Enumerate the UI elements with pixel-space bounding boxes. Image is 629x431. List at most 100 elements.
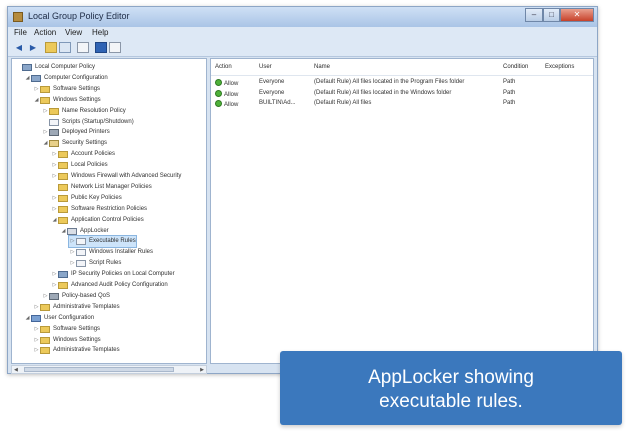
menu-file[interactable]: File	[14, 28, 27, 37]
applocker-icon	[67, 227, 77, 235]
export-icon[interactable]	[77, 42, 89, 53]
expand-toggle-icon[interactable]: ◢	[24, 73, 31, 84]
close-button[interactable]: ✕	[560, 8, 594, 22]
tree-item[interactable]: ◢ Computer Configuration	[24, 73, 108, 84]
expand-toggle-icon[interactable]: ▷	[42, 127, 49, 138]
expand-toggle-icon[interactable]: ▷	[51, 171, 58, 182]
column-header-exceptions[interactable]: Exceptions	[545, 64, 574, 70]
expand-toggle-icon[interactable]: ▷	[33, 302, 40, 313]
tree-horizontal-scrollbar[interactable]: ◀ ▶	[11, 365, 207, 374]
title-bar[interactable]: Local Group Policy Editor – □ ✕	[8, 7, 597, 27]
properties-icon[interactable]	[109, 42, 121, 53]
scroll-thumb[interactable]	[24, 367, 174, 372]
menu-view[interactable]: View	[65, 28, 82, 37]
console-tree: Local Computer Policy ◢ Computer Configura…	[11, 58, 207, 364]
tree-item[interactable]: Local Computer Policy	[15, 62, 95, 73]
back-arrow-icon[interactable]: ◀	[13, 42, 25, 53]
settings-icon	[49, 129, 59, 137]
tree-item-label: IP Security Policies on Local Computer	[71, 271, 175, 278]
expand-toggle-icon[interactable]: ▷	[42, 291, 49, 302]
folder-icon	[40, 325, 50, 333]
tree-item[interactable]: ▷ Executable Rules	[68, 235, 137, 249]
maximize-button[interactable]: □	[543, 8, 560, 22]
expand-toggle-icon[interactable]: ▷	[51, 160, 58, 171]
expand-toggle-icon[interactable]: ▷	[33, 324, 40, 335]
tree-item[interactable]: Network List Manager Policies	[51, 182, 152, 193]
tree-item[interactable]: ▷ Public Key Policies	[51, 193, 122, 204]
tree-item-label: Windows Installer Rules	[89, 249, 154, 256]
show-hide-tree-icon[interactable]	[59, 42, 71, 53]
expand-toggle-icon[interactable]: ▷	[51, 280, 58, 291]
menu-action[interactable]: Action	[34, 28, 56, 37]
tree-item-label: Windows Settings	[53, 336, 101, 343]
column-header-condition[interactable]: Condition	[503, 64, 528, 70]
expand-toggle-icon[interactable]: ▷	[51, 269, 58, 280]
tree-item[interactable]: ▷ Software Restriction Policies	[51, 204, 147, 215]
tree-item-label: Windows Settings	[53, 96, 101, 103]
rule-action-label: Allow	[224, 81, 239, 87]
tree-item[interactable]: ▷ Script Rules	[69, 258, 121, 269]
tree-item-label: Software Settings	[53, 325, 101, 332]
expand-toggle-icon[interactable]: ▷	[51, 149, 58, 160]
tree-item[interactable]: ▷ Administrative Templates	[33, 302, 120, 313]
tree-item[interactable]: ▷ Name Resolution Policy	[42, 106, 126, 117]
tree-item[interactable]: ▷ Deployed Printers	[42, 127, 110, 138]
tree-item-label: AppLocker	[80, 227, 109, 234]
tree-item[interactable]: Scripts (Startup/Shutdown)	[42, 117, 134, 128]
caption-text: AppLocker showing executable rules.	[280, 366, 622, 414]
folder-icon	[58, 282, 68, 289]
expand-toggle-icon[interactable]: ▷	[33, 335, 40, 346]
tree-item-label: Software Restriction Policies	[71, 205, 148, 212]
minimize-button[interactable]: –	[525, 8, 543, 22]
expand-toggle-icon[interactable]: ▷	[51, 204, 58, 215]
tree-item[interactable]: ◢ Windows Settings	[33, 95, 101, 106]
expand-toggle-icon[interactable]: ◢	[33, 95, 40, 106]
expand-toggle-icon[interactable]: ◢	[51, 215, 58, 226]
caption-line-1: AppLocker showing	[368, 367, 534, 388]
tree-item[interactable]: ▷ Local Policies	[51, 160, 108, 171]
tree-item[interactable]: ◢ AppLocker	[60, 226, 109, 237]
folder-icon	[58, 183, 68, 191]
expand-toggle-icon[interactable]: ◢	[60, 226, 67, 237]
expand-toggle-icon[interactable]: ▷	[51, 193, 58, 204]
expand-toggle-icon[interactable]: ◢	[24, 313, 31, 324]
column-header-name[interactable]: Name	[314, 64, 330, 70]
tree-item[interactable]: ◢ Security Settings	[42, 138, 107, 149]
tree-item[interactable]: ▷ Software Settings	[33, 324, 100, 335]
forward-arrow-icon[interactable]: ▶	[27, 42, 39, 53]
tree-item[interactable]: ▷ Software Settings	[33, 84, 100, 95]
tree-item[interactable]: ▷ Administrative Templates	[33, 345, 120, 356]
tree-item[interactable]: ▷ IP Security Policies on Local Computer	[51, 269, 175, 280]
menu-bar: File Action View Help	[8, 27, 597, 40]
expand-toggle-icon[interactable]: ▷	[69, 258, 76, 269]
tree-item[interactable]: ◢ Application Control Policies	[51, 215, 144, 226]
tree-item[interactable]: ▷ Windows Installer Rules	[69, 247, 153, 258]
tree-item[interactable]: ▷ Policy-based QoS	[42, 291, 110, 302]
expand-toggle-icon[interactable]: ▷	[33, 84, 40, 95]
folder-icon	[49, 107, 59, 115]
scroll-right-icon[interactable]: ▶	[200, 366, 204, 374]
tree-item[interactable]: ◢ User Configuration	[24, 313, 94, 324]
allow-check-icon	[215, 79, 222, 86]
folder-icon	[58, 205, 68, 213]
tree-item[interactable]: ▷ Account Policies	[51, 149, 115, 160]
folder-icon	[40, 85, 50, 93]
tree-item-label: Windows Firewall with Advanced Security	[71, 173, 182, 179]
expand-toggle-icon[interactable]: ▷	[69, 236, 76, 247]
help-icon[interactable]	[95, 42, 107, 53]
tree-item[interactable]: ▷ Advanced Audit Policy Configuration	[51, 280, 168, 291]
expand-toggle-icon[interactable]: ◢	[42, 138, 49, 149]
folder-up-icon[interactable]	[45, 42, 57, 53]
tree-item-label: Advanced Audit Policy Configuration	[71, 282, 168, 288]
folder-icon	[58, 194, 68, 202]
computer-icon	[31, 74, 41, 82]
scroll-left-icon[interactable]: ◀	[14, 366, 18, 374]
expand-toggle-icon[interactable]: ▷	[69, 247, 76, 258]
tree-item[interactable]: ▷ Windows Firewall with Advanced Security	[51, 171, 181, 182]
menu-help[interactable]: Help	[92, 28, 108, 37]
expand-toggle-icon[interactable]: ▷	[42, 106, 49, 117]
column-header-user[interactable]: User	[259, 64, 272, 70]
expand-toggle-icon[interactable]: ▷	[33, 345, 40, 356]
tree-item[interactable]: ▷ Windows Settings	[33, 335, 101, 346]
column-header-action[interactable]: Action	[215, 64, 232, 70]
